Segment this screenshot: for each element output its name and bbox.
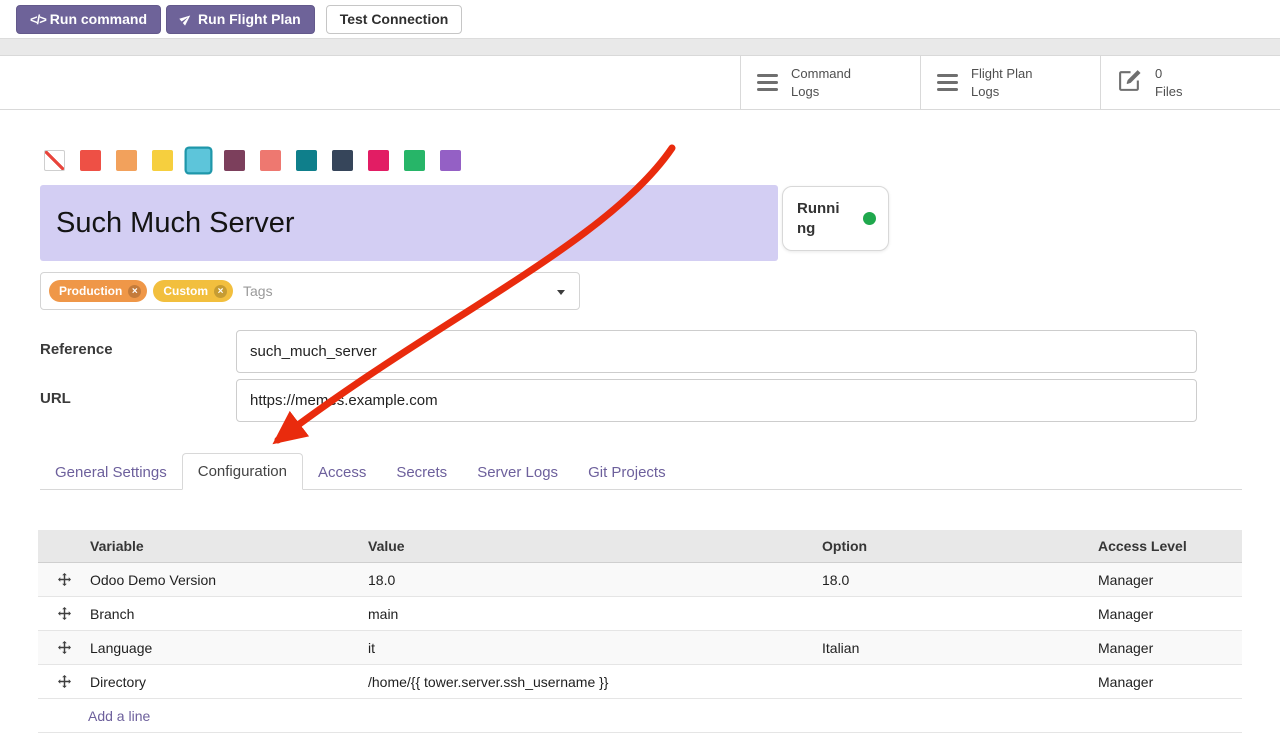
table-row: Odoo Demo Version 18.0 18.0 Manager: [38, 563, 1242, 597]
value-cell[interactable]: /home/{{ tower.server.ssh_username }}: [368, 674, 822, 690]
tag-custom[interactable]: Custom ×: [153, 280, 233, 302]
command-logs-label: Command Logs: [791, 65, 851, 100]
drag-handle-icon[interactable]: [58, 573, 71, 586]
access-level-cell[interactable]: Manager: [1098, 674, 1242, 690]
color-swatch-none[interactable]: [44, 150, 65, 171]
test-connection-button[interactable]: Test Connection: [326, 5, 463, 34]
reference-label: Reference: [40, 341, 113, 358]
drag-handle-icon[interactable]: [58, 641, 71, 654]
list-lines-icon: [757, 74, 778, 91]
list-lines-icon: [937, 74, 958, 91]
color-swatch-plum[interactable]: [224, 150, 245, 171]
run-flight-plan-label: Run Flight Plan: [198, 11, 301, 27]
option-cell[interactable]: Italian: [822, 640, 1098, 656]
flight-plan-logs-button[interactable]: Flight Plan Logs: [920, 56, 1100, 109]
tag-label: Custom: [163, 284, 208, 298]
test-connection-label: Test Connection: [340, 11, 449, 27]
tab-server-logs[interactable]: Server Logs: [462, 456, 573, 489]
tags-field[interactable]: Production × Custom × Tags: [40, 272, 580, 310]
variable-cell[interactable]: Language: [90, 640, 368, 656]
header-value[interactable]: Value: [368, 538, 822, 554]
flight-plan-logs-label: Flight Plan Logs: [971, 65, 1032, 100]
control-panel: </> Run command Run Flight Plan Test Con…: [0, 0, 1280, 38]
access-level-cell[interactable]: Manager: [1098, 640, 1242, 656]
color-swatch-cyan[interactable]: [187, 148, 211, 172]
value-cell[interactable]: 18.0: [368, 572, 822, 588]
variable-cell[interactable]: Directory: [90, 674, 368, 690]
stat-buttons: Command Logs Flight Plan Logs: [740, 56, 1280, 109]
color-swatch-fuchsia[interactable]: [368, 150, 389, 171]
tab-secrets[interactable]: Secrets: [381, 456, 462, 489]
dropdown-caret-icon[interactable]: [557, 290, 565, 295]
option-cell[interactable]: 18.0: [822, 572, 1098, 588]
color-swatch-red[interactable]: [80, 150, 101, 171]
tag-production[interactable]: Production ×: [49, 280, 147, 302]
url-input[interactable]: [236, 379, 1197, 422]
tab-general-settings[interactable]: General Settings: [40, 456, 182, 489]
url-label: URL: [40, 390, 71, 407]
reference-input[interactable]: [236, 330, 1197, 373]
color-swatch-purple[interactable]: [440, 150, 461, 171]
color-swatch-teal[interactable]: [296, 150, 317, 171]
toolbar-separator-band: [0, 38, 1280, 56]
command-logs-button[interactable]: Command Logs: [740, 56, 920, 109]
server-form-page: </> Run command Run Flight Plan Test Con…: [0, 0, 1280, 742]
table-row: Directory /home/{{ tower.server.ssh_user…: [38, 665, 1242, 699]
tab-access[interactable]: Access: [303, 456, 381, 489]
color-picker: [44, 147, 461, 173]
table-footer: Add a line: [38, 699, 1242, 733]
code-icon: </>: [30, 12, 46, 27]
value-cell[interactable]: it: [368, 640, 822, 656]
color-swatch-orange[interactable]: [116, 150, 137, 171]
configuration-table: Variable Value Option Access Level Odoo …: [38, 530, 1242, 733]
run-flight-plan-button[interactable]: Run Flight Plan: [166, 5, 315, 34]
files-label: 0 Files: [1155, 65, 1182, 100]
status-label: Running: [797, 199, 845, 238]
color-swatch-salmon[interactable]: [260, 150, 281, 171]
table-row: Branch main Manager: [38, 597, 1242, 631]
table-row: Language it Italian Manager: [38, 631, 1242, 665]
tab-git-projects[interactable]: Git Projects: [573, 456, 681, 489]
edit-pencil-icon: [1117, 68, 1142, 98]
access-level-cell[interactable]: Manager: [1098, 606, 1242, 622]
files-button[interactable]: 0 Files: [1100, 56, 1280, 109]
add-a-line-link[interactable]: Add a line: [88, 708, 150, 724]
drag-handle-icon[interactable]: [58, 675, 71, 688]
tag-remove-icon[interactable]: ×: [214, 285, 227, 298]
notebook-tabs: General Settings Configuration Access Se…: [40, 453, 1242, 490]
header-access-level[interactable]: Access Level: [1098, 538, 1242, 554]
tag-label: Production: [59, 284, 122, 298]
header-option[interactable]: Option: [822, 538, 1098, 554]
status-indicator[interactable]: Running: [782, 186, 889, 251]
color-swatch-green[interactable]: [404, 150, 425, 171]
color-swatch-yellow[interactable]: [152, 150, 173, 171]
run-command-label: Run command: [50, 11, 147, 27]
tags-placeholder: Tags: [243, 283, 273, 299]
access-level-cell[interactable]: Manager: [1098, 572, 1242, 588]
value-cell[interactable]: main: [368, 606, 822, 622]
paper-plane-icon: [178, 11, 195, 28]
tag-remove-icon[interactable]: ×: [128, 285, 141, 298]
variable-cell[interactable]: Branch: [90, 606, 368, 622]
drag-handle-icon[interactable]: [58, 607, 71, 620]
color-swatch-navy[interactable]: [332, 150, 353, 171]
server-name-input[interactable]: [40, 185, 778, 261]
header-variable[interactable]: Variable: [90, 538, 368, 554]
table-header-row: Variable Value Option Access Level: [38, 530, 1242, 563]
variable-cell[interactable]: Odoo Demo Version: [90, 572, 368, 588]
form-header: Command Logs Flight Plan Logs: [0, 56, 1280, 110]
status-dot-icon: [863, 212, 876, 225]
tab-configuration[interactable]: Configuration: [182, 453, 303, 490]
run-command-button[interactable]: </> Run command: [16, 5, 161, 34]
